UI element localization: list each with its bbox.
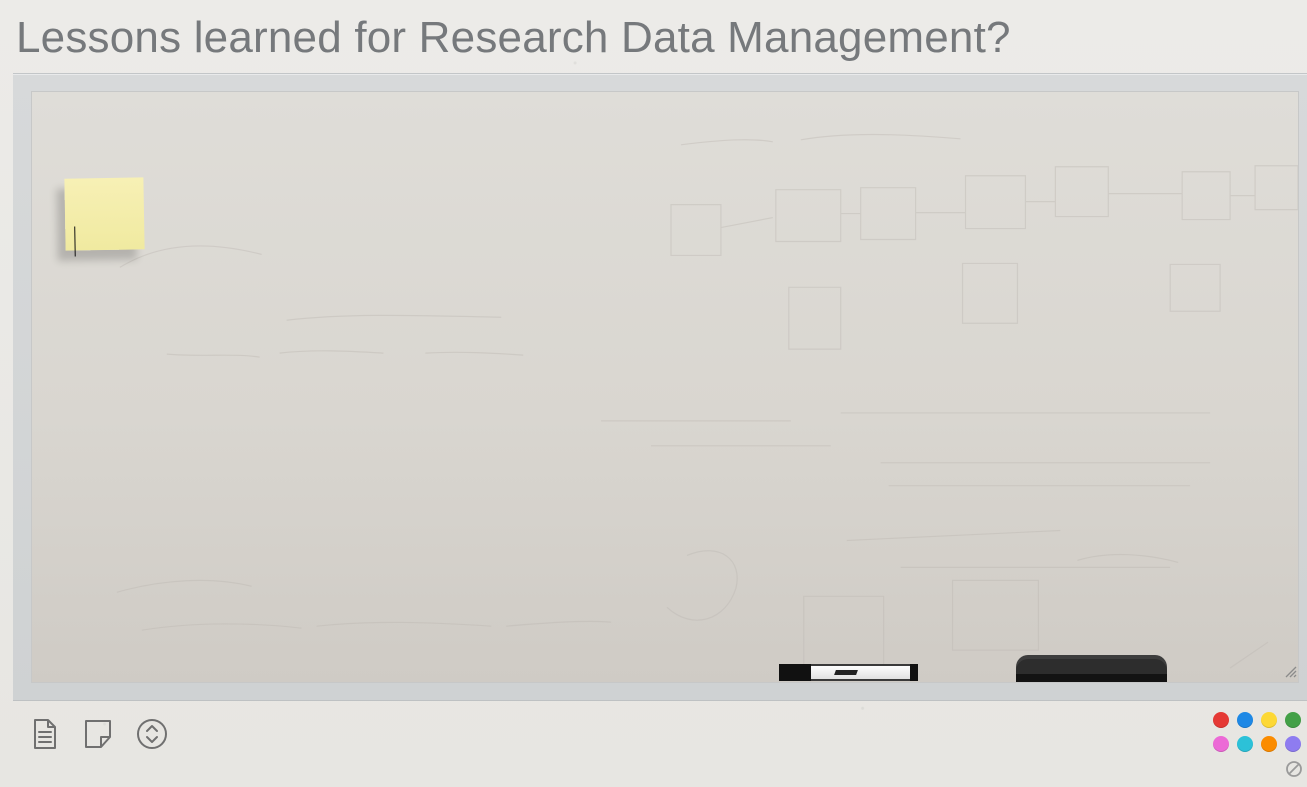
- text-document-icon: [34, 719, 56, 749]
- marker-cap: [779, 664, 811, 681]
- sticky-note-icon: [85, 720, 111, 748]
- marker-brand-mark: [834, 670, 858, 675]
- color-swatch-cyan[interactable]: [1237, 736, 1253, 752]
- text-cursor: [74, 226, 76, 257]
- resize-handle-icon[interactable]: [1283, 664, 1297, 678]
- marker-end: [910, 664, 918, 681]
- up-down-button[interactable]: [131, 713, 173, 755]
- whiteboard-marker: [779, 664, 918, 681]
- sticky-note-button[interactable]: [77, 713, 119, 755]
- clear-icon[interactable]: [1284, 759, 1304, 779]
- color-swatch-yellow[interactable]: [1261, 712, 1277, 728]
- whiteboard-eraser: [1016, 655, 1167, 682]
- up-down-icon: [137, 719, 167, 749]
- bottom-toolbar: [23, 711, 173, 757]
- whiteboard-canvas[interactable]: [31, 91, 1299, 683]
- color-swatch-pink[interactable]: [1213, 736, 1229, 752]
- color-swatch-purple[interactable]: [1285, 736, 1301, 752]
- color-swatch-red[interactable]: [1213, 712, 1229, 728]
- ghost-sketch-overlay: [116, 133, 1298, 669]
- text-document-button[interactable]: [23, 713, 65, 755]
- color-swatch-blue[interactable]: [1237, 712, 1253, 728]
- whiteboard-frame: [13, 73, 1307, 701]
- page-title: Lessons learned for Research Data Manage…: [16, 13, 1011, 62]
- eraser-felt: [1016, 674, 1167, 682]
- color-swatch-orange[interactable]: [1261, 736, 1277, 752]
- sticky-note[interactable]: [64, 177, 145, 257]
- marker-body: [811, 664, 910, 681]
- color-swatch-green[interactable]: [1285, 712, 1301, 728]
